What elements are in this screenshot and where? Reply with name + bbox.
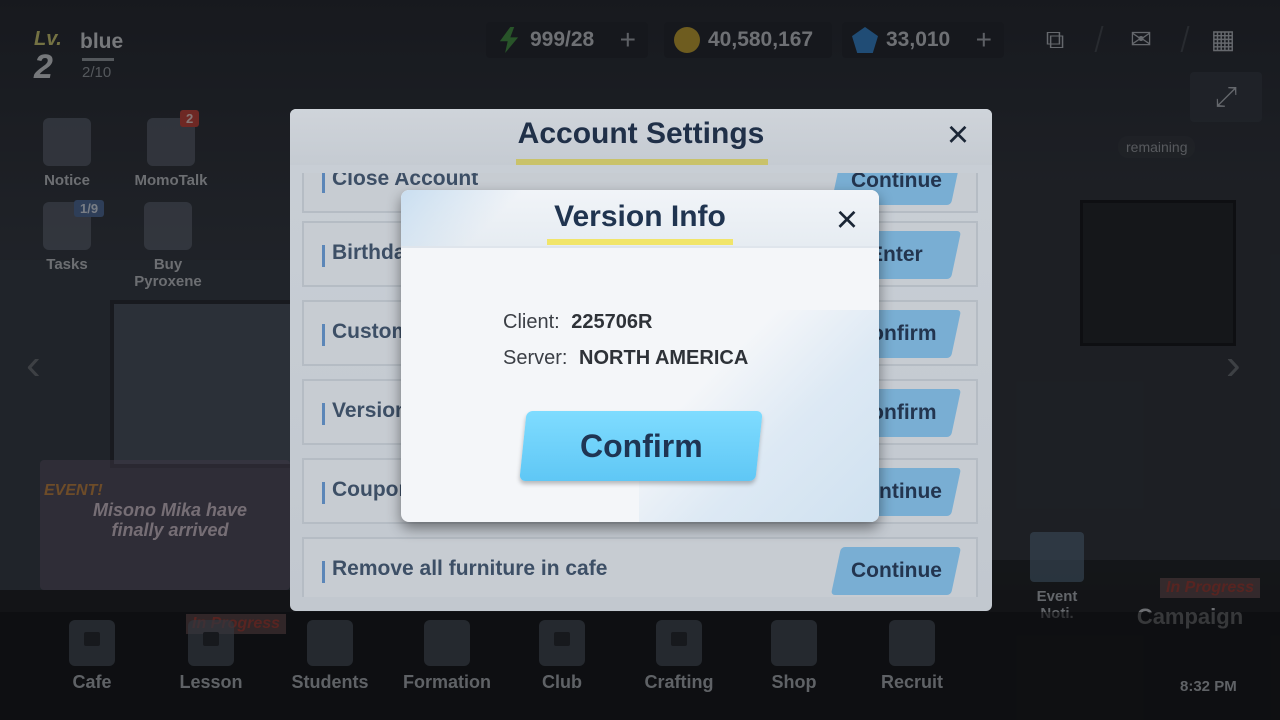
client-line: Client: 225706R (503, 304, 748, 340)
row-accent-bar (322, 324, 325, 346)
version-info-title: Version Info (554, 200, 726, 233)
row-accent-bar (322, 561, 325, 583)
row-label: Coupon (332, 478, 412, 501)
close-icon[interactable]: × (829, 201, 865, 239)
version-info-dialog: Version Info × Client: 225706R Server: N… (401, 190, 879, 522)
title-underline (547, 239, 733, 245)
row-accent-bar (322, 245, 325, 267)
row-accent-bar (322, 482, 325, 504)
server-line: Server: NORTH AMERICA (503, 340, 748, 376)
remove-furniture-continue-button[interactable]: Continue (830, 547, 962, 595)
title-underline (516, 159, 768, 165)
client-value: 225706R (571, 311, 653, 333)
row-label: Version (332, 399, 408, 422)
settings-row-remove-furniture: Remove all furniture in cafe Continue (302, 537, 978, 597)
row-accent-bar (322, 173, 325, 193)
row-label: Close Account (332, 173, 479, 190)
confirm-button-label: Confirm (579, 428, 703, 464)
row-label: Remove all furniture in cafe (332, 557, 608, 580)
row-accent-bar (322, 403, 325, 425)
client-label: Client: (503, 311, 560, 333)
confirm-button[interactable]: Confirm (519, 411, 763, 481)
account-settings-title: Account Settings (517, 117, 765, 150)
server-value: NORTH AMERICA (579, 347, 749, 369)
version-details: Client: 225706R Server: NORTH AMERICA (503, 304, 748, 376)
server-label: Server: (503, 347, 568, 369)
button-label: Continue (850, 559, 942, 582)
close-icon[interactable]: × (940, 116, 976, 154)
